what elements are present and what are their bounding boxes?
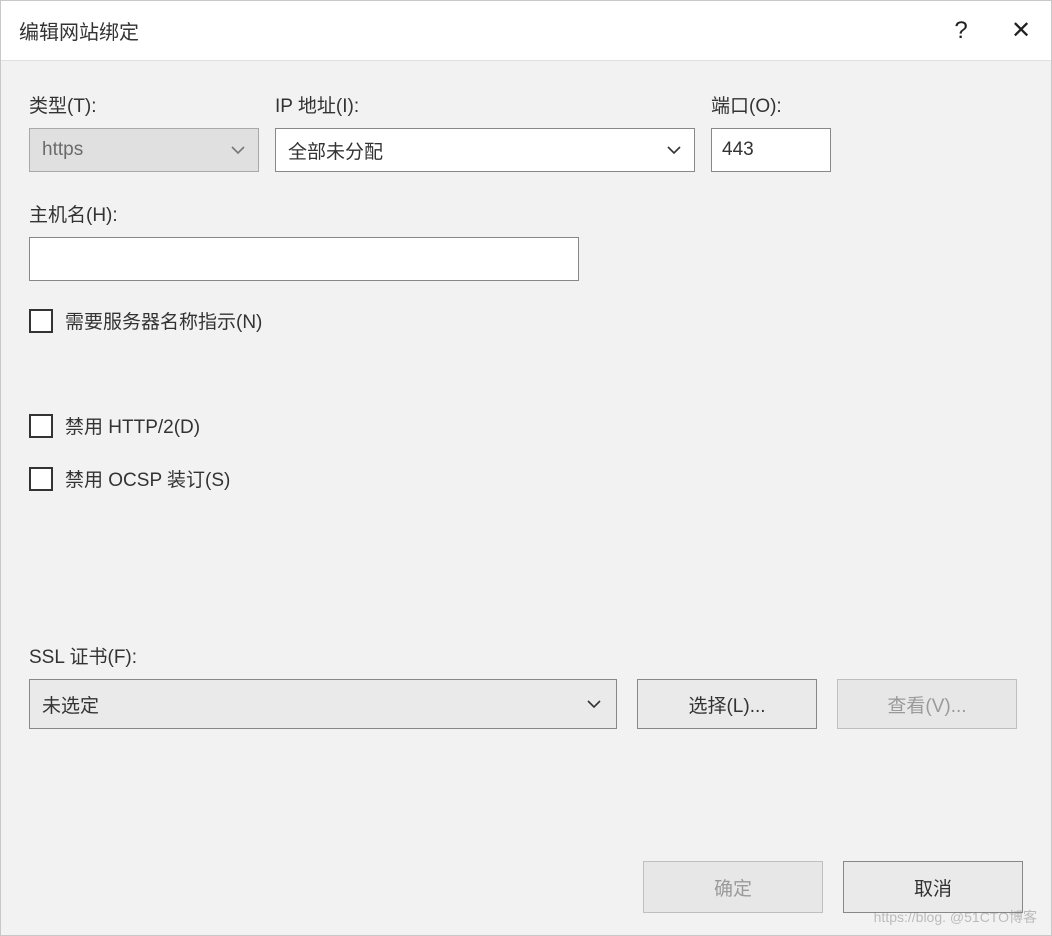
titlebar: 编辑网站绑定 ? ✕ [1,1,1051,61]
ssl-cert-combo[interactable]: 未选定 [29,679,617,729]
chevron-down-icon[interactable] [584,696,604,712]
port-label: 端口(O): [711,91,831,118]
help-button[interactable]: ? [931,1,991,61]
ssl-section: SSL 证书(F): 未选定 选择(L)... 查看(V)... [29,642,1023,729]
cancel-label: 取消 [914,874,952,901]
ssl-value: 未选定 [42,691,584,718]
checkbox-http2[interactable] [29,414,53,438]
checkbox-sni-label: 需要服务器名称指示(N) [65,307,262,334]
ssl-label: SSL 证书(F): [29,642,1023,669]
checkbox-sni[interactable] [29,309,53,333]
hostname-label: 主机名(H): [29,200,1023,227]
field-port: 端口(O): 443 [711,91,831,172]
checkbox-ocsp[interactable] [29,467,53,491]
hostname-input[interactable] [29,237,579,281]
view-cert-label: 查看(V)... [887,691,966,718]
ssl-row: 未选定 选择(L)... 查看(V)... [29,679,1023,729]
help-icon: ? [954,17,967,45]
select-cert-label: 选择(L)... [688,691,765,718]
close-icon: ✕ [1011,16,1031,45]
checkbox-http2-label: 禁用 HTTP/2(D) [65,412,200,439]
port-input[interactable]: 443 [711,128,831,172]
close-button[interactable]: ✕ [991,1,1051,61]
ip-combo[interactable]: 全部未分配 [275,128,695,172]
row-type-ip-port: 类型(T): https IP 地址(I): 全部未分配 端 [29,91,1023,172]
chevron-down-icon[interactable] [664,142,684,158]
port-value: 443 [722,139,754,161]
type-value: https [42,139,228,161]
checkbox-group-2: 禁用 HTTP/2(D) 禁用 OCSP 装订(S) [29,412,1023,492]
ok-button: 确定 [643,861,823,913]
checkbox-http2-row[interactable]: 禁用 HTTP/2(D) [29,412,1023,439]
checkbox-ocsp-row[interactable]: 禁用 OCSP 装订(S) [29,465,1023,492]
ip-label: IP 地址(I): [275,91,695,118]
checkbox-ocsp-label: 禁用 OCSP 装订(S) [65,465,230,492]
dialog-content: 类型(T): https IP 地址(I): 全部未分配 端 [1,61,1051,935]
dialog-window: 编辑网站绑定 ? ✕ 类型(T): https IP 地址(I): 全部 [0,0,1052,936]
view-cert-button: 查看(V)... [837,679,1017,729]
type-combo: https [29,128,259,172]
field-type: 类型(T): https [29,91,259,172]
chevron-down-icon [228,142,248,158]
checkbox-sni-row[interactable]: 需要服务器名称指示(N) [29,307,1023,334]
type-label: 类型(T): [29,91,259,118]
dialog-title: 编辑网站绑定 [19,16,931,45]
cancel-button[interactable]: 取消 [843,861,1023,913]
field-hostname: 主机名(H): [29,200,1023,281]
ok-label: 确定 [714,874,752,901]
field-ip: IP 地址(I): 全部未分配 [275,91,695,172]
ip-value: 全部未分配 [288,137,664,164]
dialog-footer: 确定 取消 [643,861,1023,913]
select-cert-button[interactable]: 选择(L)... [637,679,817,729]
